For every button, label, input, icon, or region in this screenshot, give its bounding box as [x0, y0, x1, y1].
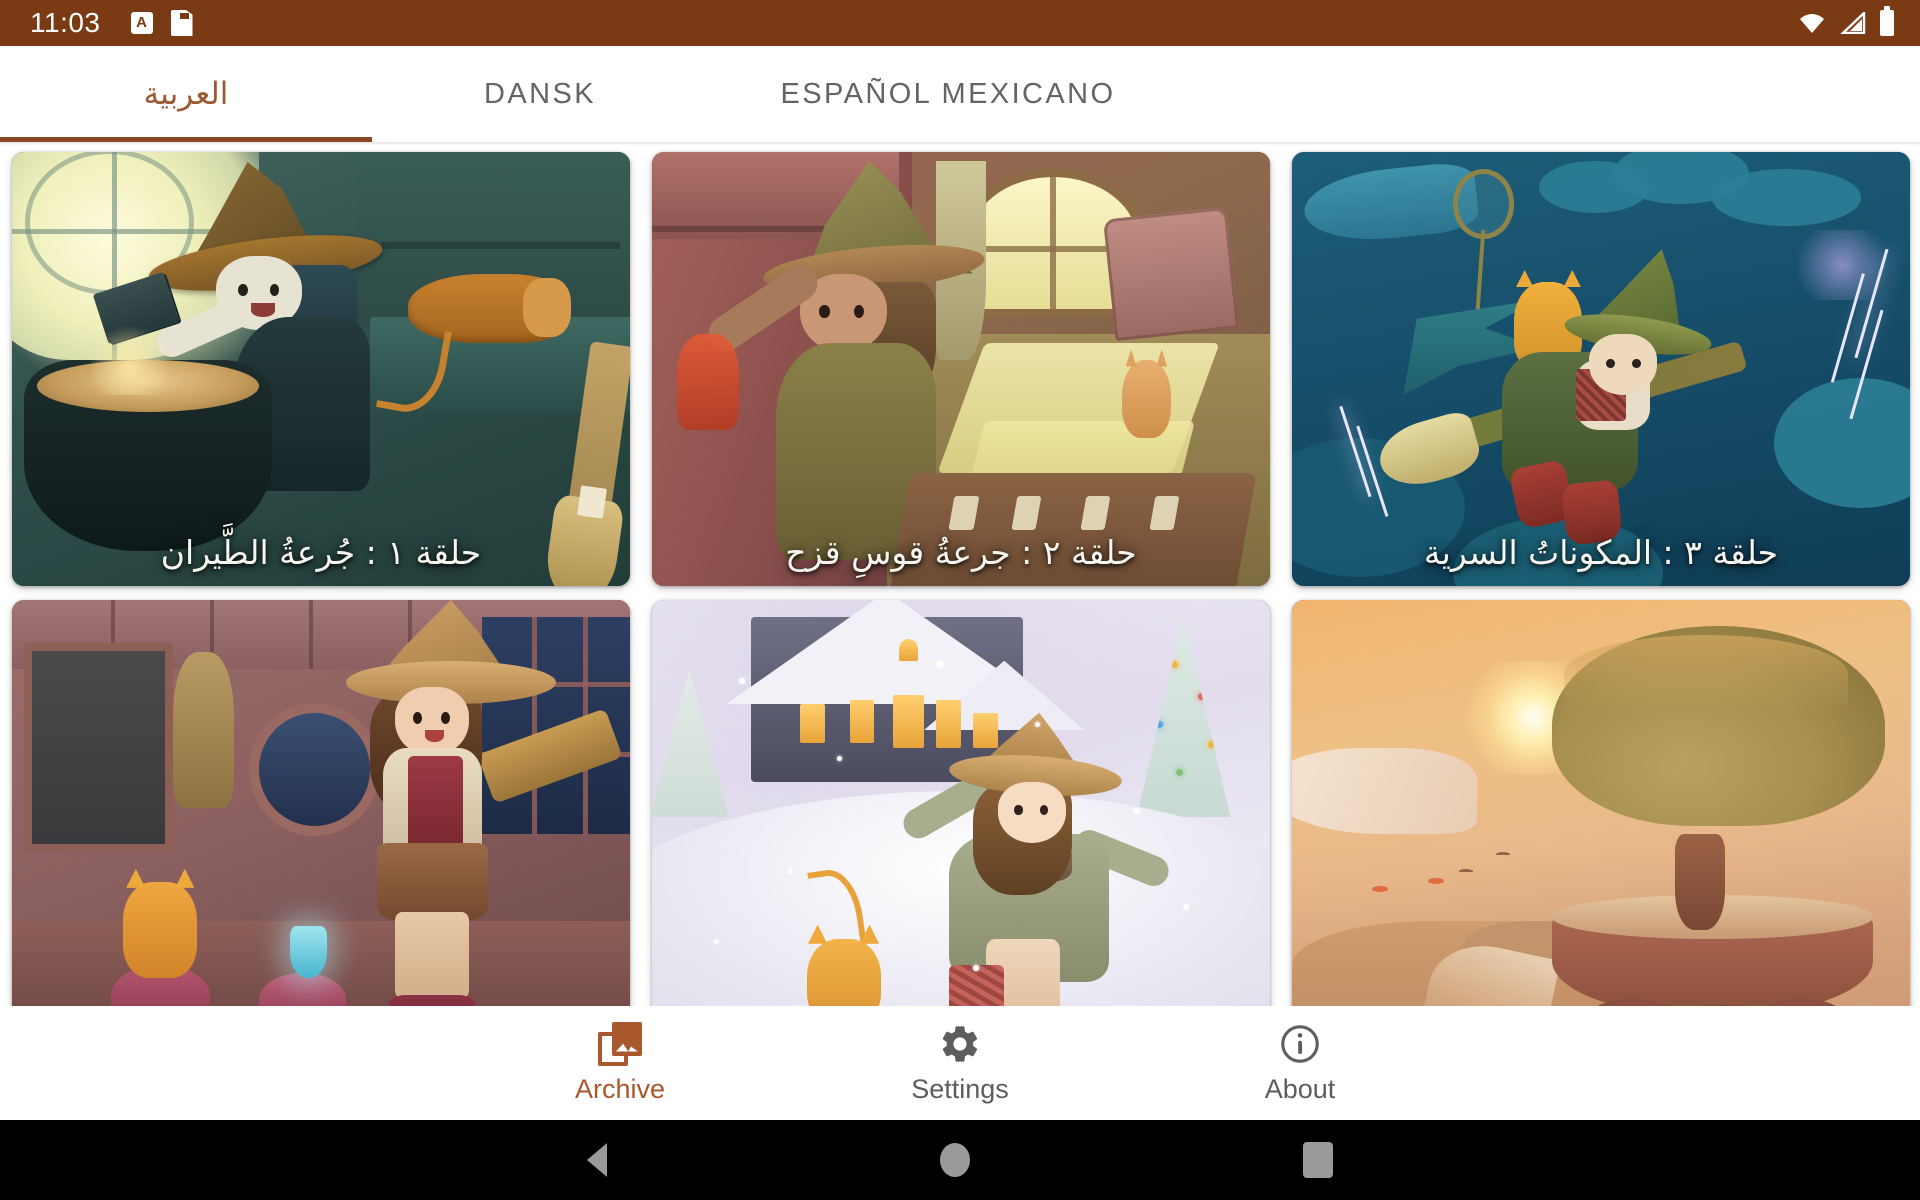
font-size-icon: A [130, 12, 153, 34]
tab-espanol-mexicano[interactable]: ESPAÑOL MEXICANO [708, 46, 1188, 142]
back-button[interactable] [586, 1143, 607, 1177]
status-left-icons: A [130, 10, 193, 36]
photo-library-icon [598, 1021, 642, 1066]
tab-arabic[interactable]: العربية [0, 46, 372, 142]
nav-item-settings-label: Settings [911, 1073, 1009, 1104]
app-window: 11:03 A العربية DANSK ESPAÑOL MEXICANO ح… [0, 0, 1920, 1200]
wifi-icon [1798, 12, 1826, 34]
episode-thumbnail [652, 600, 1270, 1006]
episode-thumbnail [12, 152, 630, 586]
recents-button[interactable] [1303, 1142, 1334, 1178]
episode-thumbnail [652, 152, 1270, 586]
gear-icon [938, 1022, 982, 1066]
episode-caption: حلقة ٣ : المكوناتُ السرية [1423, 533, 1779, 573]
status-right-icons [1798, 6, 1894, 36]
archive-grid: حلقة ١ : جُرعةُ الطَّيران حلقة ٢ : جرعةُ… [0, 148, 1920, 1006]
episode-card[interactable] [12, 600, 630, 1006]
tab-arabic-label: العربية [143, 76, 229, 111]
episode-caption: حلقة ١ : جُرعةُ الطَّيران [160, 533, 482, 573]
episode-caption: حلقة ٢ : جرعةُ قوسِ قزح [785, 533, 1137, 573]
episode-card[interactable] [1292, 600, 1910, 1006]
sd-card-icon [171, 10, 193, 36]
status-clock: 11:03 [30, 7, 101, 38]
tab-bar-shadow [0, 142, 1920, 146]
android-navigation-bar [0, 1120, 1920, 1200]
tab-espanol-mexicano-label: ESPAÑOL MEXICANO [780, 77, 1116, 110]
episode-card[interactable]: حلقة ٣ : المكوناتُ السرية [1292, 152, 1910, 586]
episode-card[interactable] [652, 600, 1270, 1006]
nav-item-settings[interactable]: Settings [790, 1022, 1130, 1105]
episode-thumbnail [1292, 152, 1910, 586]
battery-icon [1880, 6, 1894, 36]
nav-item-about[interactable]: About [1130, 1022, 1470, 1105]
status-bar: 11:03 A [0, 0, 1920, 46]
language-tab-bar: العربية DANSK ESPAÑOL MEXICANO [0, 46, 1920, 142]
nav-item-archive[interactable]: Archive [450, 1021, 790, 1105]
bottom-navigation-bar: Archive Settings About [0, 1006, 1920, 1120]
episode-thumbnail [12, 600, 630, 1006]
nav-item-archive-label: Archive [574, 1073, 666, 1104]
info-icon [1278, 1022, 1322, 1066]
signal-icon [1840, 10, 1866, 35]
episode-thumbnail [1292, 600, 1910, 1006]
tab-dansk-label: DANSK [484, 77, 596, 110]
tab-dansk[interactable]: DANSK [372, 46, 708, 142]
episode-card[interactable]: حلقة ١ : جُرعةُ الطَّيران [12, 152, 630, 586]
nav-item-about-label: About [1264, 1073, 1336, 1104]
episode-card[interactable]: حلقة ٢ : جرعةُ قوسِ قزح [652, 152, 1270, 586]
home-button[interactable] [939, 1143, 970, 1177]
